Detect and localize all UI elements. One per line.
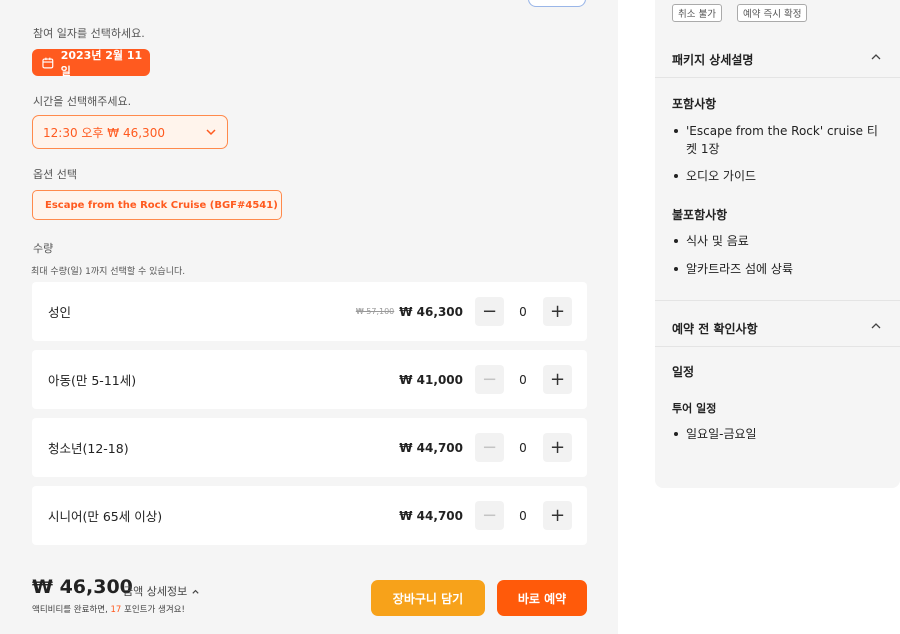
- sale-price: ₩ 44,700: [399, 508, 463, 523]
- included-item: 오디오 가이드: [674, 167, 886, 185]
- included-item: 'Escape from the Rock' cruise 티켓 1장: [674, 122, 886, 158]
- points-prefix: 액티비티를 완료하면,: [32, 605, 111, 615]
- ticket-name: 청소년(12-18): [48, 441, 129, 456]
- decrement-button[interactable]: −: [475, 365, 504, 394]
- sale-price: ₩ 44,700: [399, 440, 463, 455]
- date-label: 참여 일자를 선택하세요.: [33, 27, 145, 40]
- price-detail-label: 금액 상세정보: [123, 585, 188, 598]
- time-label: 시간을 선택해주세요.: [33, 95, 132, 108]
- increment-button[interactable]: +: [543, 501, 572, 530]
- calendar-icon: [42, 57, 54, 68]
- date-value: 2023년 2월 11일: [60, 48, 143, 78]
- ticket-price: ₩ 44,700: [399, 486, 463, 545]
- increment-button[interactable]: +: [543, 433, 572, 462]
- quantity-value: 0: [519, 508, 527, 523]
- quantity-label: 수량: [33, 242, 54, 255]
- original-price: ₩ 57,100: [355, 307, 395, 316]
- tag-instant-confirm: 예약 즉시 확정: [737, 4, 808, 22]
- increment-button[interactable]: +: [543, 365, 572, 394]
- quantity-value: 0: [519, 304, 527, 319]
- chevron-up-icon[interactable]: [870, 320, 882, 332]
- decrement-button[interactable]: −: [475, 433, 504, 462]
- top-outline-button[interactable]: [528, 0, 586, 7]
- ticket-price: ₩ 41,000: [399, 350, 463, 409]
- decrement-button[interactable]: −: [475, 297, 504, 326]
- time-value: 12:30 오후 ₩ 46,300: [43, 125, 165, 140]
- increment-button[interactable]: +: [543, 297, 572, 326]
- chevron-down-icon: [206, 129, 216, 136]
- points-value: 17: [110, 605, 122, 615]
- ticket-price: ₩ 44,700: [399, 418, 463, 477]
- schedule-item: 일요일-금요일: [674, 425, 886, 443]
- included-title: 포함사항: [672, 97, 717, 111]
- tag-non-refundable: 취소 불가: [672, 4, 722, 22]
- date-picker-button[interactable]: 2023년 2월 11일: [32, 48, 150, 78]
- ticket-price: ₩ 57,100 ₩ 46,300: [356, 282, 463, 341]
- ticket-name: 성인: [48, 305, 72, 320]
- pre-booking-info-title[interactable]: 예약 전 확인사항: [672, 320, 758, 337]
- option-value: Escape from the Rock Cruise (BGF#4541): [45, 199, 278, 211]
- divider: [655, 77, 900, 78]
- ticket-row-senior: 시니어(만 65세 이상) ₩ 44,700 − 0 +: [32, 486, 587, 545]
- quantity-note: 최대 수량(일) 1까지 선택할 수 있습니다.: [31, 267, 186, 277]
- ticket-name: 시니어(만 65세 이상): [48, 509, 163, 524]
- sale-price: ₩ 41,000: [399, 372, 463, 387]
- tour-schedule-title: 투어 일정: [672, 402, 717, 415]
- book-now-button[interactable]: 바로 예약: [497, 580, 587, 616]
- option-chip[interactable]: Escape from the Rock Cruise (BGF#4541): [32, 190, 282, 220]
- sale-price: ₩ 46,300: [399, 304, 463, 319]
- excluded-item: 알카트라즈 섬에 상륙: [674, 260, 886, 278]
- ticket-row-adult: 성인 ₩ 57,100 ₩ 46,300 − 0 +: [32, 282, 587, 341]
- decrement-button[interactable]: −: [475, 501, 504, 530]
- excluded-title: 불포함사항: [672, 208, 728, 222]
- ticket-row-child: 아동(만 5-11세) ₩ 41,000 − 0 +: [32, 350, 587, 409]
- divider: [655, 346, 900, 347]
- package-details-title[interactable]: 패키지 상세설명: [672, 51, 753, 68]
- points-suffix: 포인트가 생겨요!: [121, 605, 185, 615]
- ticket-row-youth: 청소년(12-18) ₩ 44,700 − 0 +: [32, 418, 587, 477]
- divider: [655, 300, 900, 301]
- chevron-up-icon: [192, 589, 199, 594]
- ticket-name: 아동(만 5-11세): [48, 373, 137, 388]
- total-price: ₩ 46,300: [32, 576, 133, 598]
- quantity-value: 0: [519, 440, 527, 455]
- add-to-cart-button[interactable]: 장바구니 담기: [371, 580, 485, 616]
- chevron-up-icon[interactable]: [870, 51, 882, 63]
- quantity-value: 0: [519, 372, 527, 387]
- option-label: 옵션 선택: [33, 168, 77, 181]
- points-note: 액티비티를 완료하면, 17 포인트가 생겨요!: [32, 603, 185, 615]
- schedule-title: 일정: [672, 365, 695, 379]
- excluded-item: 식사 및 음료: [674, 232, 886, 250]
- price-detail-link[interactable]: 금액 상세정보: [123, 583, 200, 599]
- time-select[interactable]: 12:30 오후 ₩ 46,300: [32, 115, 228, 149]
